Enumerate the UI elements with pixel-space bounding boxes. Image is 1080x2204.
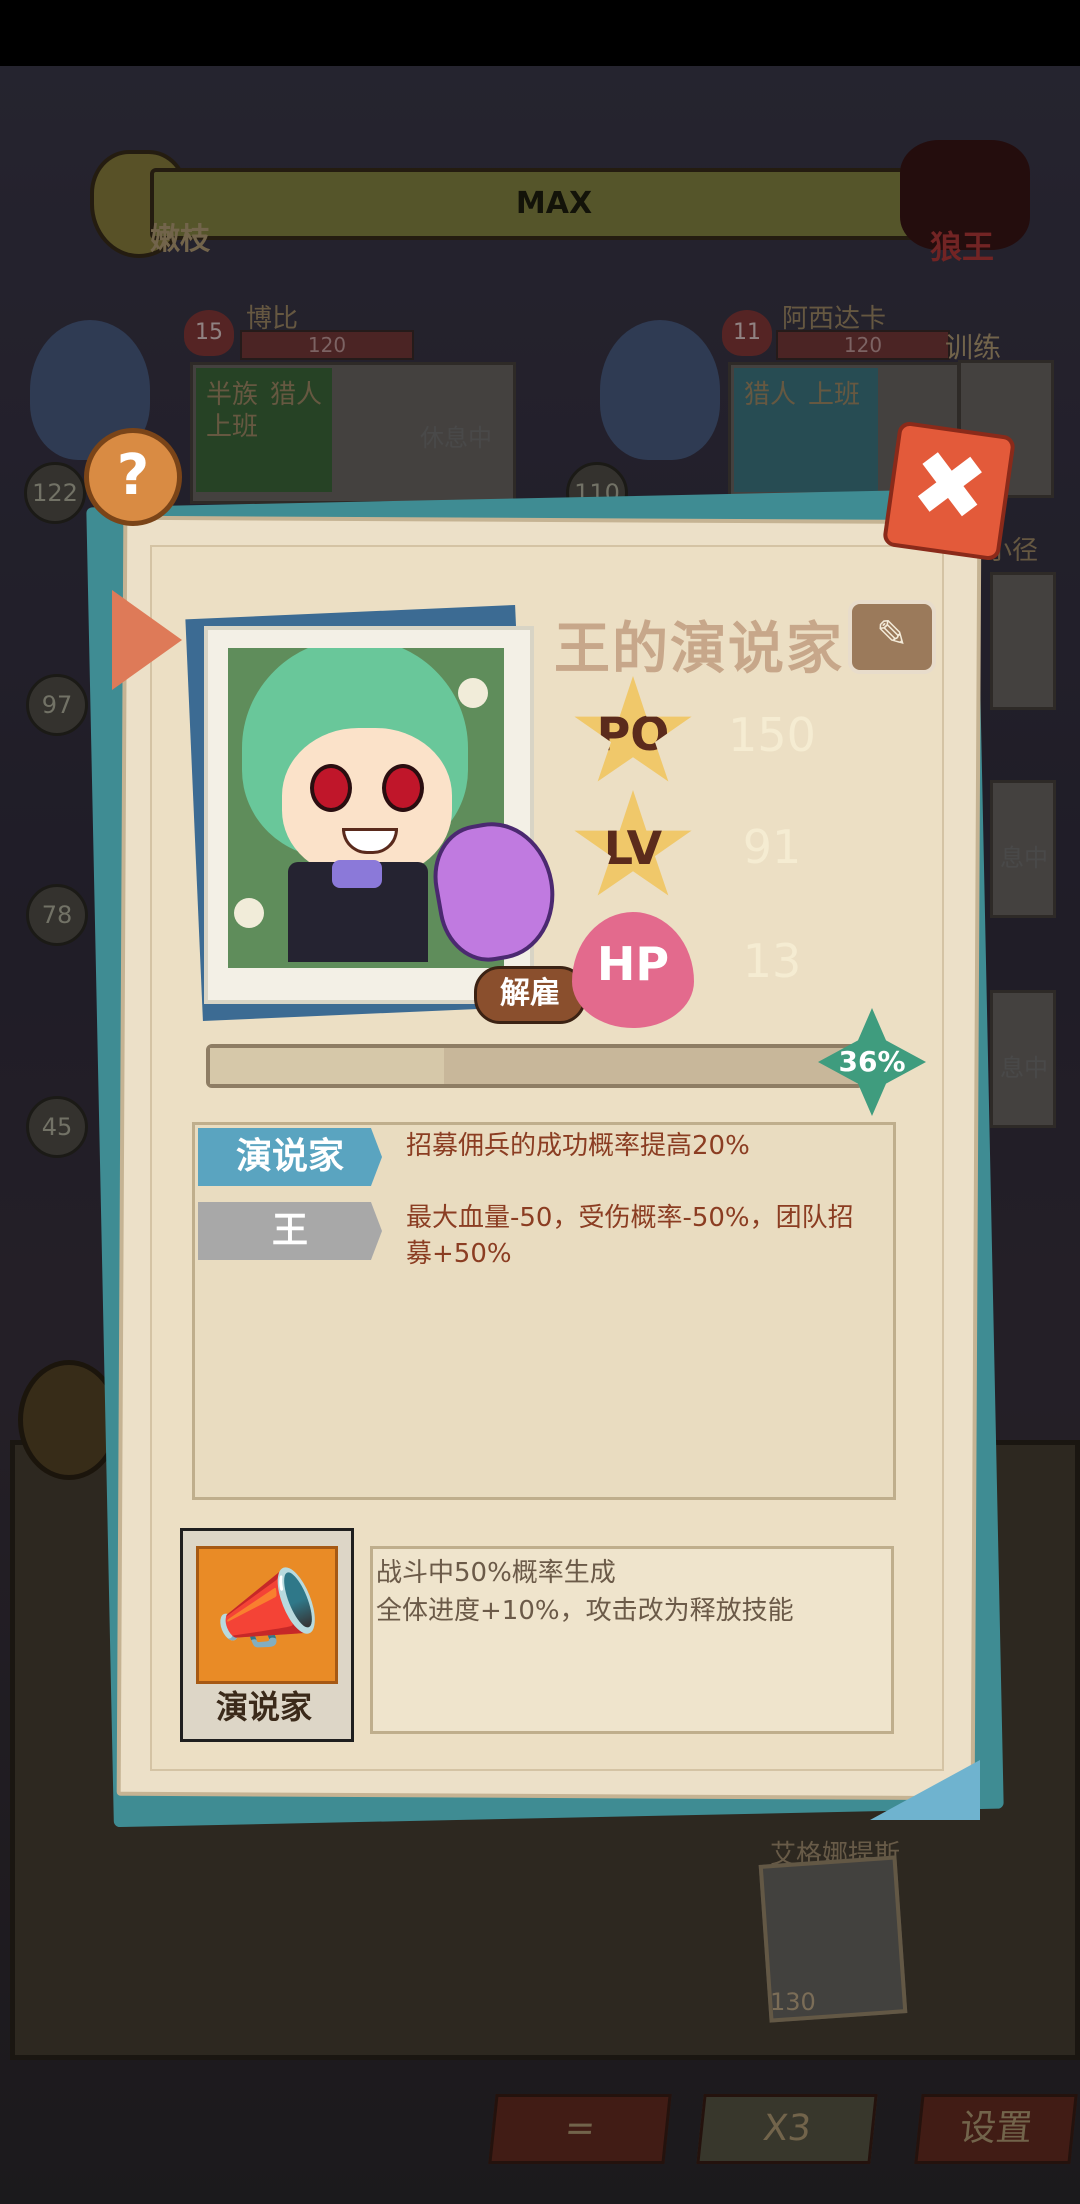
trait-description: 招募佣兵的成功概率提高20% [406, 1131, 750, 1161]
progress-fill [210, 1048, 444, 1084]
fire-button[interactable]: 解雇 [474, 966, 586, 1024]
stat-lv-value: 91 [742, 820, 802, 874]
skill-name: 演说家 [215, 1688, 312, 1726]
trait-tag[interactable]: 王 [198, 1202, 382, 1260]
skill-description-line: 战斗中50%概率生成 [376, 1558, 616, 1588]
character-name: 王的演说家 [554, 617, 844, 682]
experience-progress-bar [206, 1044, 864, 1088]
help-icon[interactable]: ? [84, 428, 182, 526]
stat-hp-value: 13 [742, 934, 802, 988]
edit-name-button[interactable]: ✎ [848, 600, 936, 674]
eye [382, 764, 424, 812]
trait-description: 最大血量-50，受伤概率-50%，团队招募+50% [406, 1203, 854, 1269]
pattern-dot [458, 678, 488, 708]
stat-po-value: 150 [728, 708, 816, 762]
megaphone-icon: 📣 [214, 1560, 322, 1660]
mouth [342, 828, 398, 854]
trait-tag[interactable]: 演说家 [198, 1128, 382, 1186]
character-face [282, 728, 452, 878]
bow-tie [332, 860, 382, 888]
arrow-left-icon [112, 590, 182, 690]
status-bar [0, 0, 1080, 66]
close-button[interactable]: ✖ [881, 420, 1017, 562]
corner-decoration [870, 1760, 980, 1820]
pattern-dot [234, 898, 264, 928]
skill-description-line: 全体进度+10%，攻击改为释放技能 [376, 1596, 794, 1626]
pencil-icon: ✎ [876, 612, 908, 656]
eye [310, 764, 352, 812]
